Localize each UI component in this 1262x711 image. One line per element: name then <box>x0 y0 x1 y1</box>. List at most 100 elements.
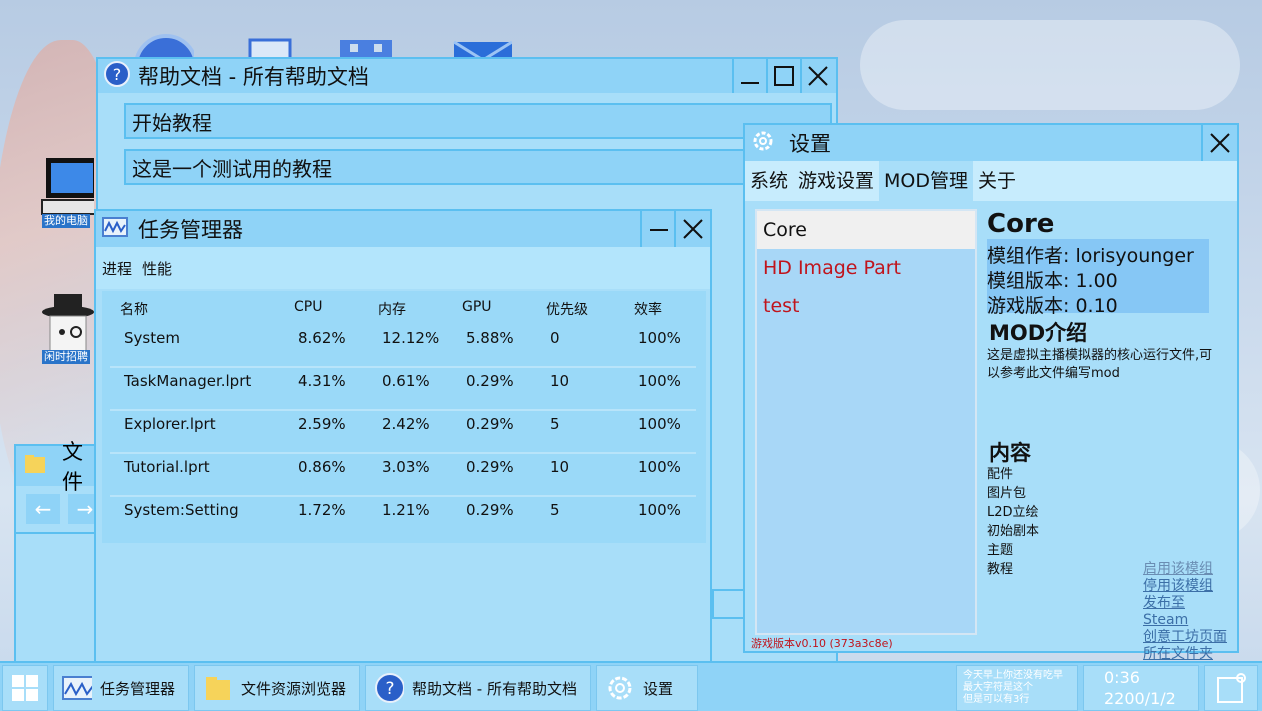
ghost-hat-icon <box>38 292 94 357</box>
taskbar-item-task-manager[interactable]: 任务管理器 <box>53 665 189 711</box>
settings-titlebar[interactable]: 设置 <box>745 125 1237 161</box>
process-priority: 0 <box>550 329 560 347</box>
taskmgr-tabs: 进程 性能 <box>96 247 710 289</box>
settings-window[interactable]: 设置 系统 游戏设置 MOD管理 关于 Core HD Image Part t… <box>743 123 1239 662</box>
mod-author: 模组作者: lorisyounger <box>987 245 1194 267</box>
mod-intro-title: MOD介绍 <box>989 321 1088 345</box>
process-gpu: 0.29% <box>466 501 514 519</box>
file-explorer-window[interactable]: 文件 ← → <box>14 440 104 674</box>
close-icon <box>808 66 828 86</box>
tab-processes[interactable]: 进程 <box>102 258 132 279</box>
settings-title: 设置 <box>789 132 831 156</box>
taskmgr-title: 任务管理器 <box>138 218 243 242</box>
table-row[interactable]: TaskManager.lprt 4.31% 0.61% 0.29% 10 10… <box>110 368 696 411</box>
notice-line: 但是可以有3行 <box>963 694 1030 705</box>
notification-button[interactable] <box>1204 665 1258 711</box>
idle-recruit-desktop-icon[interactable]: 闲时招聘 <box>34 292 98 364</box>
explorer-titlebar[interactable]: 文件 <box>16 440 102 494</box>
maximize-icon <box>774 66 794 86</box>
start-button[interactable] <box>2 665 48 711</box>
column-cpu[interactable]: CPU <box>294 299 322 315</box>
process-gpu: 0.29% <box>466 458 514 476</box>
notice-panel[interactable]: 今天早上你还没有吃早 最大字符是这个 但是可以有3行 <box>956 665 1078 711</box>
tab-mod-management[interactable]: MOD管理 <box>879 161 974 201</box>
mod-intro: 这是虚拟主播模拟器的核心运行文件,可以参考此文件编写mod <box>987 348 1213 381</box>
list-item: 配件 <box>987 467 1014 482</box>
close-icon <box>1210 133 1230 153</box>
table-row[interactable]: System 8.62% 12.12% 5.88% 0 100% <box>110 325 696 368</box>
taskbar-item-file-explorer[interactable]: 文件资源浏览器 <box>194 665 360 711</box>
taskbar-item-settings[interactable]: 设置 <box>596 665 698 711</box>
wallpaper-cloud <box>860 20 1240 110</box>
game-version-footer: 游戏版本v0.10 (373a3c8e) <box>751 637 893 650</box>
tab-system[interactable]: 系统 <box>745 161 793 201</box>
workshop-page-link[interactable]: 创意工坊页面 <box>1143 629 1227 646</box>
folder-icon <box>203 673 233 703</box>
close-button[interactable] <box>1201 125 1237 161</box>
table-row[interactable]: System:Setting 1.72% 1.21% 0.29% 5 100% <box>110 497 696 540</box>
list-item: 图片包 <box>987 486 1027 501</box>
help-title: 帮助文档 - 所有帮助文档 <box>138 65 369 89</box>
process-efficiency: 100% <box>638 458 681 476</box>
taskbar-item-label: 任务管理器 <box>100 679 176 698</box>
table-row[interactable]: Tutorial.lprt 0.86% 3.03% 0.29% 10 100% <box>110 454 696 497</box>
column-priority[interactable]: 优先级 <box>546 299 588 319</box>
list-item: L2D立绘 <box>987 505 1039 520</box>
list-item: 主题 <box>987 543 1014 558</box>
mod-list: Core HD Image Part test <box>755 209 977 635</box>
process-efficiency: 100% <box>638 501 681 519</box>
process-priority: 10 <box>550 458 570 476</box>
mod-content-title: 内容 <box>989 441 1031 465</box>
back-arrow-icon[interactable]: ← <box>26 494 60 524</box>
list-item[interactable]: test <box>757 287 975 325</box>
publish-steam-link[interactable]: 发布至Steam <box>1143 595 1227 629</box>
tab-performance[interactable]: 性能 <box>142 258 172 279</box>
column-name[interactable]: 名称 <box>120 299 148 319</box>
process-cpu: 0.86% <box>298 458 346 476</box>
notice-line: 今天早上你还没有吃早 <box>963 670 1063 681</box>
minimize-button[interactable] <box>732 59 766 93</box>
process-priority: 5 <box>550 415 560 433</box>
tab-about[interactable]: 关于 <box>973 161 1021 201</box>
my-computer-desktop-icon[interactable]: 我的电脑 <box>34 156 99 228</box>
close-icon <box>683 219 703 239</box>
table-row[interactable]: Explorer.lprt 2.59% 2.42% 0.29% 5 100% <box>110 411 696 454</box>
list-item[interactable]: HD Image Part <box>757 249 975 287</box>
minimize-icon <box>650 229 668 231</box>
taskbar-item-label: 帮助文档 - 所有帮助文档 <box>412 679 577 698</box>
process-memory: 3.03% <box>382 458 430 476</box>
list-item[interactable]: Core <box>757 211 975 249</box>
process-cpu: 2.59% <box>298 415 346 433</box>
help-titlebar[interactable]: ? 帮助文档 - 所有帮助文档 <box>98 59 836 93</box>
mod-content-list: 配件 图片包 L2D立绘 初始剧本 主题 教程 <box>987 465 1039 579</box>
process-name: System <box>124 329 180 347</box>
taskbar-item-label: 设置 <box>643 679 674 698</box>
enable-mod-link[interactable]: 启用该模组 <box>1143 561 1227 578</box>
process-cpu: 4.31% <box>298 372 346 390</box>
task-manager-window[interactable]: 任务管理器 进程 性能 名称 CPU 内存 GPU 优先级 效率 System … <box>94 209 712 679</box>
taskmgr-titlebar[interactable]: 任务管理器 <box>96 211 710 247</box>
folder-icon <box>24 454 46 478</box>
help-item-test-tutorial[interactable]: 这是一个测试用的教程 <box>124 149 832 185</box>
mod-name: Core <box>987 209 1055 239</box>
minimize-button[interactable] <box>640 211 676 247</box>
desktop-icon-label: 我的电脑 <box>42 214 90 228</box>
gear-icon <box>605 673 635 703</box>
clock[interactable]: 0:36 2200/1/2 <box>1083 665 1199 711</box>
close-button[interactable] <box>800 59 834 93</box>
close-button[interactable] <box>674 211 710 247</box>
disable-mod-link[interactable]: 停用该模组 <box>1143 578 1227 595</box>
column-gpu[interactable]: GPU <box>462 299 492 315</box>
process-memory: 2.42% <box>382 415 430 433</box>
column-efficiency[interactable]: 效率 <box>634 299 662 319</box>
table-header: 名称 CPU 内存 GPU 优先级 效率 <box>102 291 702 325</box>
process-efficiency: 100% <box>638 372 681 390</box>
column-memory[interactable]: 内存 <box>378 299 406 319</box>
task-monitor-icon <box>62 673 92 703</box>
tab-game-settings[interactable]: 游戏设置 <box>793 161 879 201</box>
process-efficiency: 100% <box>638 415 681 433</box>
taskbar-item-help[interactable]: ? 帮助文档 - 所有帮助文档 <box>365 665 591 711</box>
help-item-start-tutorial[interactable]: 开始教程 <box>124 103 832 139</box>
help-icon: ? <box>374 673 404 703</box>
maximize-button[interactable] <box>766 59 800 93</box>
